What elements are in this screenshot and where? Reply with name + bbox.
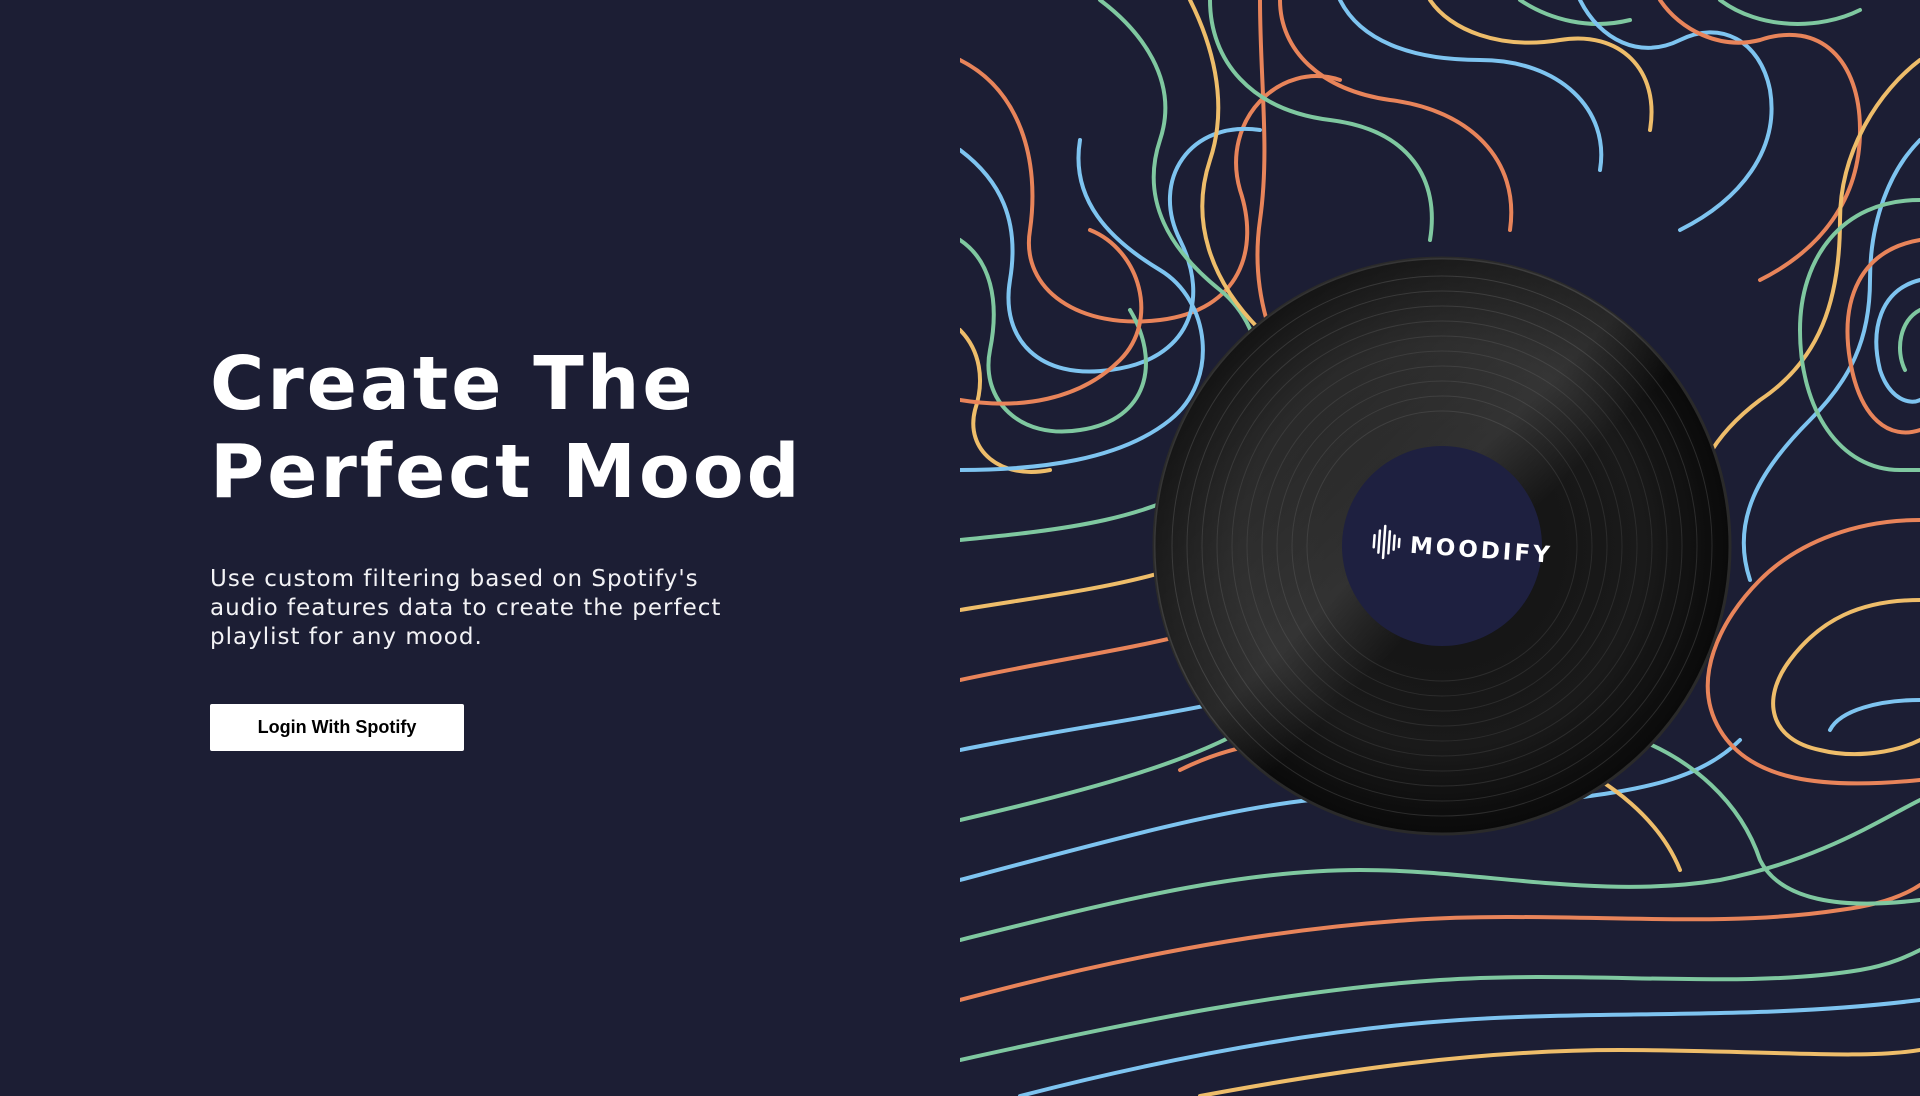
vinyl-record: MOODIFY (1152, 256, 1732, 836)
hero-title-line-1: Create The (210, 341, 696, 427)
hero-description: Use custom filtering based on Spotify's … (210, 566, 722, 650)
hero-title-line-2: Perfect Mood (210, 429, 803, 515)
hero-section: Create The Perfect Mood Use custom filte… (0, 0, 960, 1096)
login-with-spotify-button[interactable]: Login With Spotify (210, 704, 464, 751)
hero-artwork: MOODIFY (960, 0, 1920, 1096)
hero-title: Create The Perfect Mood (210, 340, 803, 516)
landing-page: Create The Perfect Mood Use custom filte… (0, 0, 1920, 1096)
